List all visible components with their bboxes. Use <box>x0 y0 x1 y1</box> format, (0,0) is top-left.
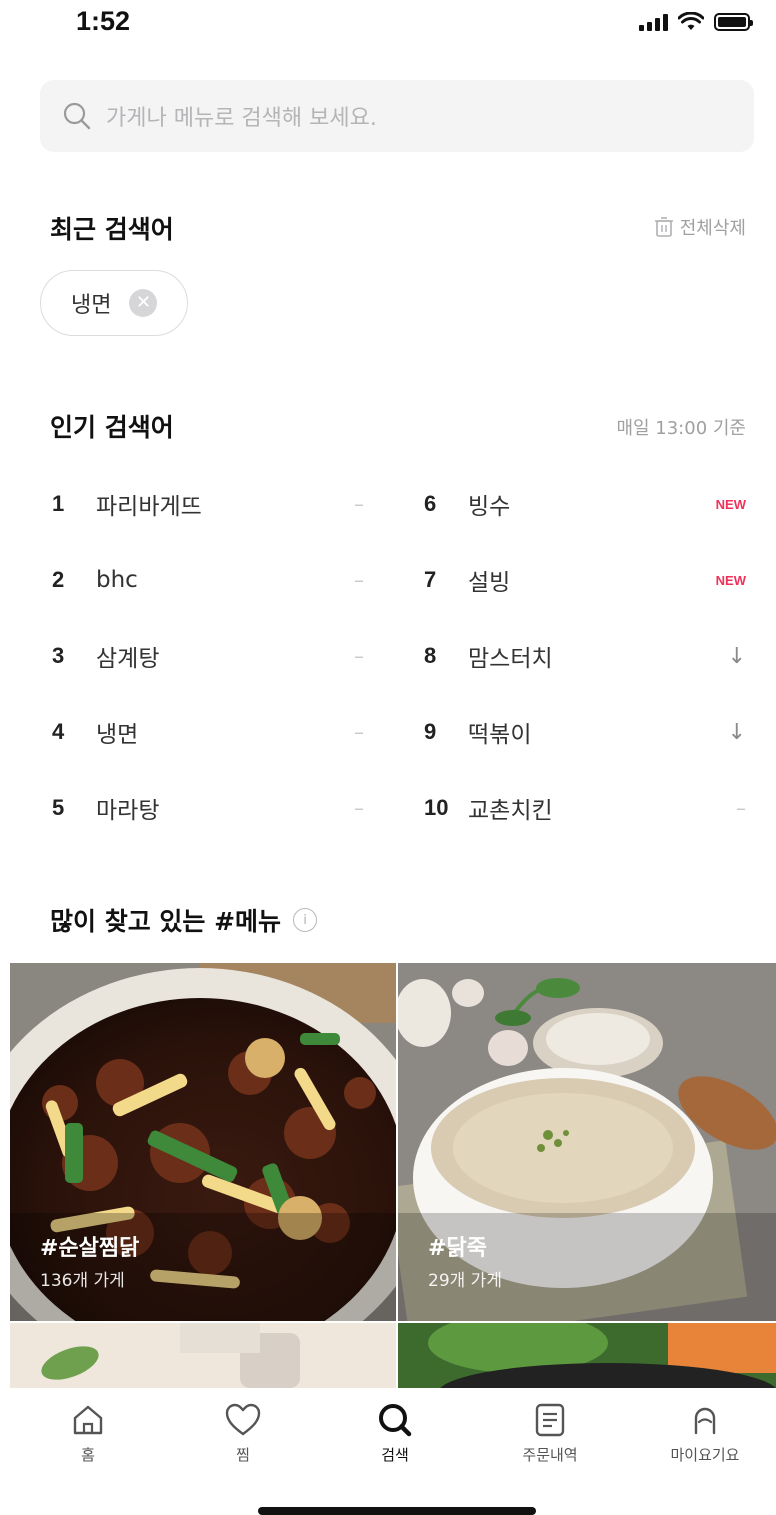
tab-label[interactable]: 검색 <box>381 1444 409 1465</box>
popular-keyword[interactable]: bhc <box>96 567 138 593</box>
popular-basis-text: 매일 13:00 기준 <box>616 418 746 439</box>
chip-label[interactable]: 냉면 <box>71 287 111 319</box>
menu-tile[interactable]: #닭죽 29개 가게 <box>398 963 776 1321</box>
popular-keyword[interactable]: 빙수 <box>468 487 510 521</box>
popular-searches-title: 인기 검색어 <box>50 413 174 442</box>
home-indicator <box>258 1507 536 1515</box>
heart-icon <box>225 1403 261 1436</box>
popular-keyword[interactable]: 냉면 <box>96 715 138 749</box>
tab-label[interactable]: 홈 <box>81 1444 95 1465</box>
rank-number: 4 <box>52 719 65 744</box>
info-icon[interactable]: i <box>293 908 318 932</box>
clear-all-label[interactable]: 전체삭제 <box>680 214 746 240</box>
search-bar[interactable]: 가게나 메뉴로 검색해 보세요. <box>40 80 754 152</box>
tile-caption: #순살찜닭 136개 가게 <box>40 1230 139 1291</box>
rank-number: 6 <box>424 491 437 516</box>
popular-menu-title-text: 많이 찾고 있는 #메뉴 <box>50 907 282 936</box>
popular-keyword[interactable]: 맘스터치 <box>468 639 553 673</box>
trend-flat-indicator: – <box>736 796 746 820</box>
popular-item[interactable]: 3 삼계탕 – <box>52 619 364 693</box>
popular-keyword[interactable]: 삼계탕 <box>96 639 159 673</box>
popular-menu-title: 많이 찾고 있는 #메뉴 i <box>50 902 318 938</box>
tab-label[interactable]: 마이요기요 <box>670 1444 739 1465</box>
popular-item[interactable]: 1 파리바게뜨 – <box>52 467 364 541</box>
rank-number: 10 <box>424 795 449 820</box>
clear-all-button[interactable]: 전체삭제 <box>654 214 746 240</box>
new-badge: NEW <box>715 496 746 512</box>
tab-my-page[interactable]: 마이요기요 <box>645 1402 765 1465</box>
trash-icon <box>654 217 673 237</box>
tile-caption: #닭죽 29개 가게 <box>428 1230 502 1291</box>
popular-item[interactable]: 9 떡볶이 ↓ <box>424 695 746 769</box>
tab-favorites[interactable]: 찜 <box>183 1402 303 1465</box>
tab-label[interactable]: 찜 <box>236 1444 250 1465</box>
popular-keyword[interactable]: 떡볶이 <box>468 715 531 749</box>
signal-icon <box>639 13 668 31</box>
bottom-tab-bar: 홈 찜 검색 주문내역 마이요기요 <box>0 1388 776 1515</box>
rank-number: 8 <box>424 643 437 668</box>
wifi-icon <box>678 12 704 30</box>
recent-search-chip[interactable]: 냉면 ✕ <box>40 270 188 336</box>
status-time: 1:52 <box>76 6 131 36</box>
arrow-down-icon: ↓ <box>727 719 746 745</box>
recent-searches-title: 최근 검색어 <box>50 215 174 244</box>
arrow-down-icon: ↓ <box>727 643 746 669</box>
popular-item[interactable]: 8 맘스터치 ↓ <box>424 619 746 693</box>
popular-keyword[interactable]: 교촌치킨 <box>468 791 553 825</box>
trend-flat-indicator: – <box>354 492 364 516</box>
rank-number: 9 <box>424 719 437 744</box>
status-indicators <box>639 12 753 32</box>
receipt-icon <box>535 1403 565 1437</box>
popular-item[interactable]: 4 냉면 – <box>52 695 364 769</box>
status-bar: 1:52 <box>0 0 776 50</box>
popular-item[interactable]: 7 설빙 NEW <box>424 543 746 617</box>
rank-number: 1 <box>52 491 65 516</box>
menu-tile[interactable]: #순살찜닭 136개 가게 <box>10 963 396 1321</box>
rank-number: 5 <box>52 795 65 820</box>
remove-chip-icon[interactable]: ✕ <box>129 289 158 317</box>
search-icon <box>63 102 91 130</box>
rank-number: 2 <box>52 567 65 592</box>
popular-item[interactable]: 5 마라탕 – <box>52 771 364 845</box>
tab-search[interactable]: 검색 <box>335 1402 455 1465</box>
store-count: 136개 가게 <box>40 1271 125 1291</box>
tab-label[interactable]: 주문내역 <box>522 1444 577 1465</box>
search-placeholder[interactable]: 가게나 메뉴로 검색해 보세요. <box>106 100 377 132</box>
menu-tag: #닭죽 <box>428 1236 487 1261</box>
menu-tile[interactable] <box>10 1323 396 1388</box>
search-icon <box>379 1404 412 1437</box>
rank-number: 7 <box>424 567 437 592</box>
popular-keyword[interactable]: 마라탕 <box>96 791 159 825</box>
home-icon <box>73 1405 103 1435</box>
trend-flat-indicator: – <box>354 796 364 820</box>
popular-item[interactable]: 2 bhc – <box>52 543 364 617</box>
new-badge: NEW <box>715 572 746 588</box>
battery-icon <box>714 13 753 31</box>
popular-keyword[interactable]: 파리바게뜨 <box>96 487 202 521</box>
food-photo-partial <box>398 1323 776 1388</box>
rank-number: 3 <box>52 643 65 668</box>
popular-item[interactable]: 6 빙수 NEW <box>424 467 746 541</box>
store-count: 29개 가게 <box>428 1271 502 1291</box>
tab-orders[interactable]: 주문내역 <box>490 1402 610 1465</box>
tab-home[interactable]: 홈 <box>28 1402 148 1465</box>
popular-item[interactable]: 10 교촌치킨 – <box>424 771 746 845</box>
profile-icon <box>694 1407 716 1435</box>
menu-tag: #순살찜닭 <box>40 1236 140 1261</box>
popular-keyword[interactable]: 설빙 <box>468 563 510 597</box>
trend-flat-indicator: – <box>354 568 364 592</box>
trend-flat-indicator: – <box>354 644 364 668</box>
trend-flat-indicator: – <box>354 720 364 744</box>
food-photo-partial <box>10 1323 396 1388</box>
menu-tile[interactable] <box>398 1323 776 1388</box>
